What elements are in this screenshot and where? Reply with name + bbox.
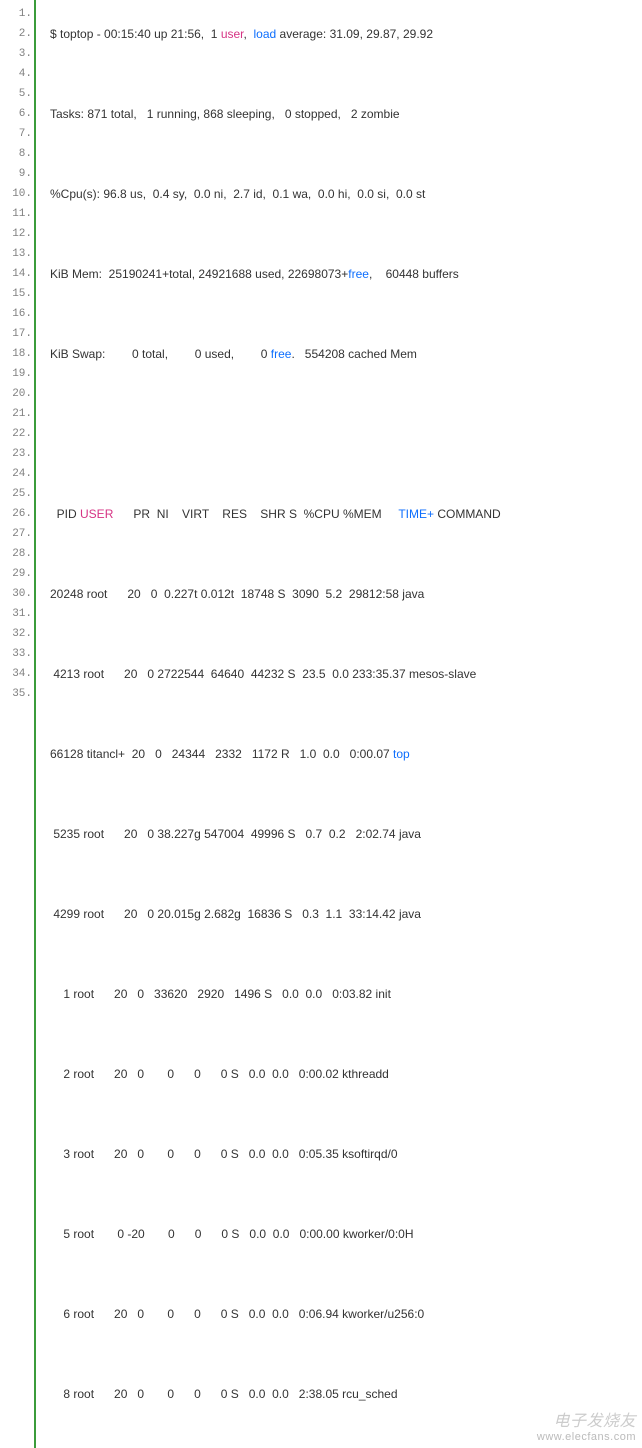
keyword-load: load <box>254 27 277 41</box>
swap-line: KiB Swap: 0 total, 0 used, 0 free. 55420… <box>50 344 634 364</box>
line-number-gutter: 1.2.3.4.5.6.7.8.9.10.11.12.13.14.15.16.1… <box>0 0 36 1448</box>
process-row: 66128 titancl+ 20 0 24344 2332 1172 R 1.… <box>50 744 634 764</box>
process-row: 2 root 20 0 0 0 0 S 0.0 0.0 0:00.02 kthr… <box>50 1064 634 1084</box>
line-number: 26. <box>0 504 32 524</box>
line-number: 13. <box>0 244 32 264</box>
line-number: 33. <box>0 644 32 664</box>
keyword-top: top <box>393 747 410 761</box>
process-row: 8 root 20 0 0 0 0 S 0.0 0.0 2:38.05 rcu_… <box>50 1384 634 1404</box>
line-number: 31. <box>0 604 32 624</box>
column-user: USER <box>80 507 113 521</box>
line-number: 30. <box>0 584 32 604</box>
line-number: 7. <box>0 124 32 144</box>
line-number: 4. <box>0 64 32 84</box>
line-number: 11. <box>0 204 32 224</box>
line-number: 27. <box>0 524 32 544</box>
line-number: 34. <box>0 664 32 684</box>
keyword-free: free <box>348 267 369 281</box>
keyword-free: free <box>271 347 292 361</box>
line-number: 9. <box>0 164 32 184</box>
uptime-line: $ toptop - 00:15:40 up 21:56, 1 user, lo… <box>50 24 634 44</box>
keyword-user: user <box>221 27 244 41</box>
line-number: 2. <box>0 24 32 44</box>
line-number: 20. <box>0 384 32 404</box>
tasks-line: Tasks: 871 total, 1 running, 868 sleepin… <box>50 104 634 124</box>
line-number: 28. <box>0 544 32 564</box>
process-row: 1 root 20 0 33620 2920 1496 S 0.0 0.0 0:… <box>50 984 634 1004</box>
line-number: 19. <box>0 364 32 384</box>
process-row: 4299 root 20 0 20.015g 2.682g 16836 S 0.… <box>50 904 634 924</box>
cpu-line: %Cpu(s): 96.8 us, 0.4 sy, 0.0 ni, 2.7 id… <box>50 184 634 204</box>
column-time: TIME+ <box>398 507 434 521</box>
line-number: 35. <box>0 684 32 704</box>
line-number: 14. <box>0 264 32 284</box>
process-row: 3 root 20 0 0 0 0 S 0.0 0.0 0:05.35 ksof… <box>50 1144 634 1164</box>
line-number: 3. <box>0 44 32 64</box>
line-number: 1. <box>0 4 32 24</box>
watermark-brand: 电子发烧友 <box>537 1412 636 1431</box>
mem-line: KiB Mem: 25190241+total, 24921688 used, … <box>50 264 634 284</box>
line-number: 25. <box>0 484 32 504</box>
line-number: 5. <box>0 84 32 104</box>
line-number: 23. <box>0 444 32 464</box>
line-number: 12. <box>0 224 32 244</box>
watermark-url: www.elecfans.com <box>537 1431 636 1444</box>
line-number: 6. <box>0 104 32 124</box>
process-row: 5235 root 20 0 38.227g 547004 49996 S 0.… <box>50 824 634 844</box>
line-number: 18. <box>0 344 32 364</box>
column-header: PID USER PR NI VIRT RES SHR S %CPU %MEM … <box>50 504 634 524</box>
line-number: 10. <box>0 184 32 204</box>
code-snippet: 1.2.3.4.5.6.7.8.9.10.11.12.13.14.15.16.1… <box>0 0 642 1448</box>
process-row: 6 root 20 0 0 0 0 S 0.0 0.0 0:06.94 kwor… <box>50 1304 634 1324</box>
process-row: 20248 root 20 0 0.227t 0.012t 18748 S 30… <box>50 584 634 604</box>
line-number: 22. <box>0 424 32 444</box>
line-number: 24. <box>0 464 32 484</box>
line-number: 32. <box>0 624 32 644</box>
line-number: 17. <box>0 324 32 344</box>
line-number: 29. <box>0 564 32 584</box>
process-row: 4213 root 20 0 2722544 64640 44232 S 23.… <box>50 664 634 684</box>
line-number: 8. <box>0 144 32 164</box>
code-content[interactable]: $ toptop - 00:15:40 up 21:56, 1 user, lo… <box>36 0 642 1448</box>
watermark: 电子发烧友 www.elecfans.com <box>537 1412 636 1444</box>
line-number: 21. <box>0 404 32 424</box>
line-number: 15. <box>0 284 32 304</box>
line-number: 16. <box>0 304 32 324</box>
process-row: 5 root 0 -20 0 0 0 S 0.0 0.0 0:00.00 kwo… <box>50 1224 634 1244</box>
